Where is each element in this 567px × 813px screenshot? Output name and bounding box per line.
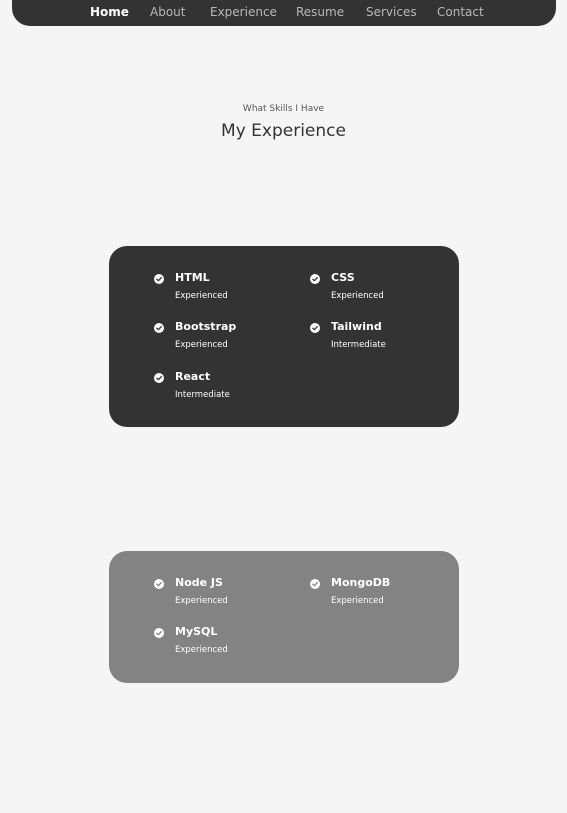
skill-item-bootstrap: Bootstrap Experienced xyxy=(154,320,304,356)
skill-item-tailwind: Tailwind Intermediate xyxy=(310,320,460,356)
skill-name: Node JS xyxy=(175,576,223,589)
page: Home About Experience Resume Services Co… xyxy=(0,0,567,813)
nav-about-link[interactable]: About xyxy=(150,5,185,19)
check-circle-icon xyxy=(154,323,164,333)
top-navbar: Home About Experience Resume Services Co… xyxy=(12,0,556,26)
skill-name: CSS xyxy=(331,271,355,284)
check-circle-icon xyxy=(310,274,320,284)
skill-name: React xyxy=(175,370,211,383)
skill-name: Tailwind xyxy=(331,320,382,333)
nav-home-link[interactable]: Home xyxy=(90,5,129,19)
skills-card-backend: Node JS Experienced MongoDB Experienced … xyxy=(109,551,459,683)
skill-name: MongoDB xyxy=(331,576,391,589)
skill-level: Experienced xyxy=(331,291,384,301)
skill-item-html: HTML Experienced xyxy=(154,271,304,307)
skill-item-mongodb: MongoDB Experienced xyxy=(310,576,460,612)
nav-services-link[interactable]: Services xyxy=(366,5,417,19)
skill-item-mysql: MySQL Experienced xyxy=(154,625,304,661)
skill-level: Intermediate xyxy=(331,340,386,350)
skill-level: Experienced xyxy=(175,596,228,606)
check-circle-icon xyxy=(154,373,164,383)
skills-card-frontend: HTML Experienced CSS Experienced Bootstr… xyxy=(109,246,459,427)
section-title: My Experience xyxy=(221,121,346,141)
skill-item-react: React Intermediate xyxy=(154,370,304,406)
skill-level: Experienced xyxy=(175,645,228,655)
section-subtitle: What Skills I Have xyxy=(242,104,325,114)
skill-item-nodejs: Node JS Experienced xyxy=(154,576,304,612)
skill-level: Intermediate xyxy=(175,390,230,400)
skill-item-css: CSS Experienced xyxy=(310,271,460,307)
skill-level: Experienced xyxy=(331,596,384,606)
skill-level: Experienced xyxy=(175,340,228,350)
nav-resume-link[interactable]: Resume xyxy=(296,5,344,19)
skill-name: Bootstrap xyxy=(175,320,237,333)
nav-experience-link[interactable]: Experience xyxy=(210,5,277,19)
check-circle-icon xyxy=(154,628,164,638)
check-circle-icon xyxy=(310,579,320,589)
check-circle-icon xyxy=(154,579,164,589)
skill-name: HTML xyxy=(175,271,210,284)
nav-contact-link[interactable]: Contact xyxy=(437,5,484,19)
check-circle-icon xyxy=(310,323,320,333)
skill-level: Experienced xyxy=(175,291,228,301)
skill-name: MySQL xyxy=(175,625,218,638)
check-circle-icon xyxy=(154,274,164,284)
